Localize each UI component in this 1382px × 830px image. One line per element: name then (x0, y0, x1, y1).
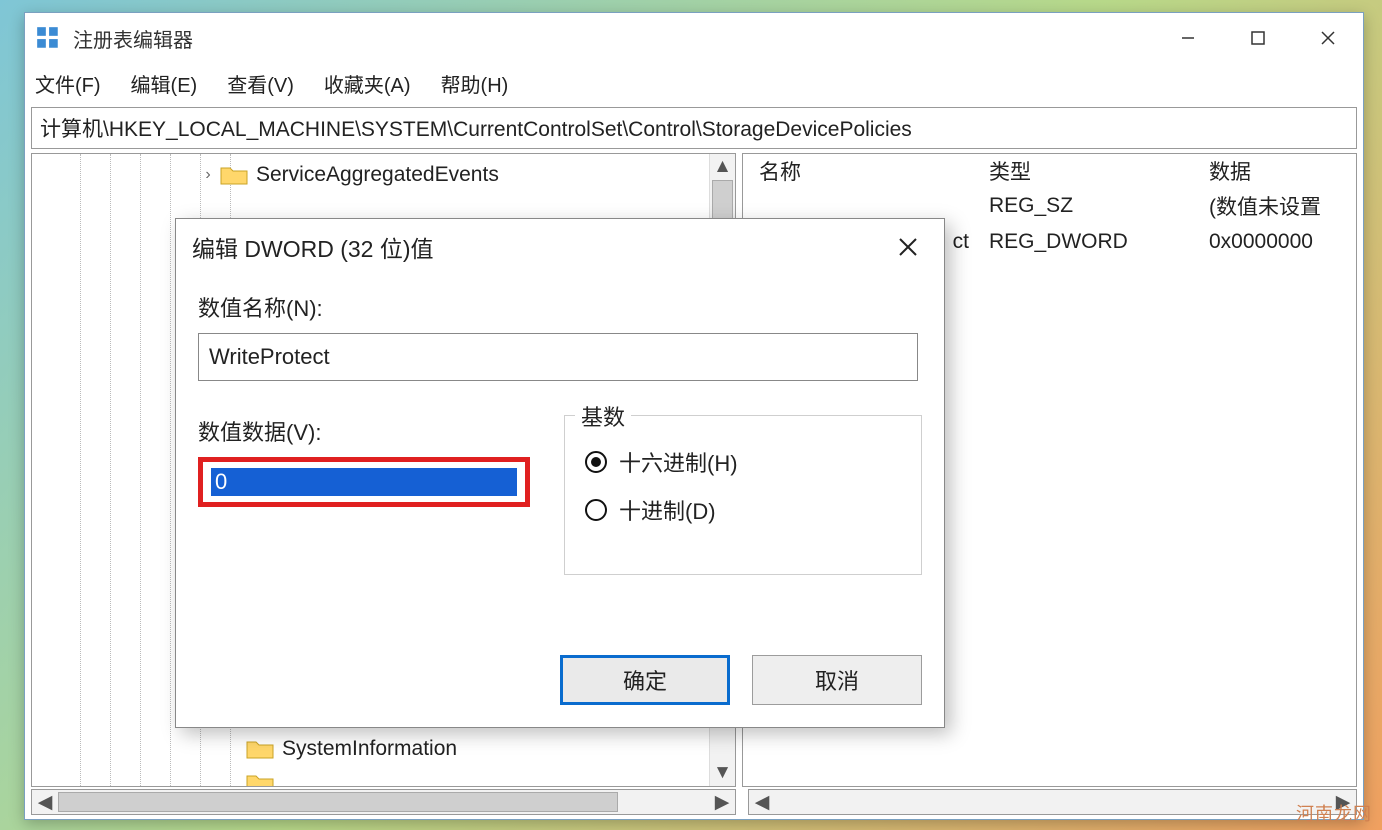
chevron-right-icon[interactable]: › (196, 166, 220, 184)
menu-favorites[interactable]: 收藏夹(A) (324, 69, 411, 98)
value-name-label: 数值名称(N): (198, 291, 922, 323)
radio-icon (585, 499, 607, 521)
address-text: 计算机\HKEY_LOCAL_MACHINE\SYSTEM\CurrentCon… (40, 113, 912, 143)
scroll-down-icon[interactable]: ▼ (710, 760, 735, 786)
folder-icon (220, 164, 248, 186)
list-header: 名称 类型 数据 (743, 154, 1356, 188)
minimize-button[interactable] (1153, 13, 1223, 63)
cell-data: 0x0000000 (1193, 230, 1356, 254)
tree-item-label: SystemInformation (282, 737, 457, 761)
col-header-name[interactable]: 名称 (743, 156, 973, 186)
app-title: 注册表编辑器 (73, 24, 193, 53)
close-icon (896, 235, 920, 259)
maximize-button[interactable] (1223, 13, 1293, 63)
value-data-label: 数值数据(V): (198, 415, 538, 447)
cell-type: REG_SZ (973, 194, 1193, 218)
watermark: 河南龙网 (1296, 800, 1372, 826)
menubar: 文件(F) 编辑(E) 查看(V) 收藏夹(A) 帮助(H) (25, 63, 1363, 103)
tree-horizontal-scrollbar[interactable]: ◀ ▶ (31, 789, 736, 815)
tree-item[interactable]: SystemInformation (32, 732, 735, 766)
tree-item[interactable]: › ServiceAggregatedEvents (32, 158, 735, 192)
scroll-left-icon[interactable]: ◀ (32, 790, 58, 814)
dialog-body: 数值名称(N): WriteProtect 数值数据(V): 基数 (176, 275, 944, 655)
col-header-data[interactable]: 数据 (1193, 156, 1356, 186)
menu-edit[interactable]: 编辑(E) (131, 69, 198, 98)
col-header-type[interactable]: 类型 (973, 156, 1193, 186)
dialog-titlebar: 编辑 DWORD (32 位)值 (176, 219, 944, 275)
value-name-text: WriteProtect (209, 344, 330, 370)
scroll-thumb[interactable] (58, 792, 618, 812)
dialog-title: 编辑 DWORD (32 位)值 (192, 230, 434, 264)
window-buttons (1153, 13, 1363, 63)
titlebar: 注册表编辑器 (25, 13, 1363, 63)
radio-icon (585, 451, 607, 473)
radio-hex[interactable]: 十六进制(H) (585, 438, 901, 486)
tree-item-label: ServiceAggregatedEvents (256, 163, 499, 187)
dialog-close-button[interactable] (888, 227, 928, 267)
value-name-input[interactable]: WriteProtect (198, 333, 918, 381)
edit-dword-dialog: 编辑 DWORD (32 位)值 数值名称(N): WriteProtect 数… (175, 218, 945, 728)
scroll-up-icon[interactable]: ▲ (710, 154, 735, 180)
values-horizontal-scrollbar[interactable]: ◀ ▶ (748, 789, 1357, 815)
menu-help[interactable]: 帮助(H) (441, 69, 509, 98)
cancel-button[interactable]: 取消 (752, 655, 922, 705)
address-bar[interactable]: 计算机\HKEY_LOCAL_MACHINE\SYSTEM\CurrentCon… (31, 107, 1357, 149)
value-data-highlight (198, 457, 530, 507)
menu-view[interactable]: 查看(V) (227, 69, 294, 98)
scroll-right-icon[interactable]: ▶ (709, 790, 735, 814)
value-data-input[interactable] (211, 468, 517, 496)
base-groupbox: 基数 十六进制(H) 十进制(D) (564, 415, 922, 575)
hscroll-row: ◀ ▶ ◀ ▶ (25, 787, 1363, 819)
close-button[interactable] (1293, 13, 1363, 63)
cell-type: REG_DWORD (973, 230, 1193, 254)
dialog-buttons: 确定 取消 (176, 655, 944, 727)
regedit-window: 注册表编辑器 文件(F) 编辑(E) 查看(V) 收藏夹(A) 帮助(H) 计算… (24, 12, 1364, 820)
radio-hex-label: 十六进制(H) (619, 446, 738, 478)
radio-dec[interactable]: 十进制(D) (585, 486, 901, 534)
cancel-label: 取消 (815, 664, 859, 696)
ok-label: 确定 (623, 664, 667, 696)
cell-data: (数值未设置 (1193, 191, 1356, 221)
base-legend: 基数 (575, 400, 631, 432)
ok-button[interactable]: 确定 (560, 655, 730, 705)
menu-file[interactable]: 文件(F) (35, 69, 101, 98)
radio-dec-label: 十进制(D) (619, 494, 716, 526)
app-icon (35, 25, 61, 51)
tree-item[interactable] (32, 766, 735, 786)
scroll-left-icon[interactable]: ◀ (749, 790, 775, 814)
folder-icon (246, 738, 274, 760)
folder-icon (246, 772, 274, 786)
